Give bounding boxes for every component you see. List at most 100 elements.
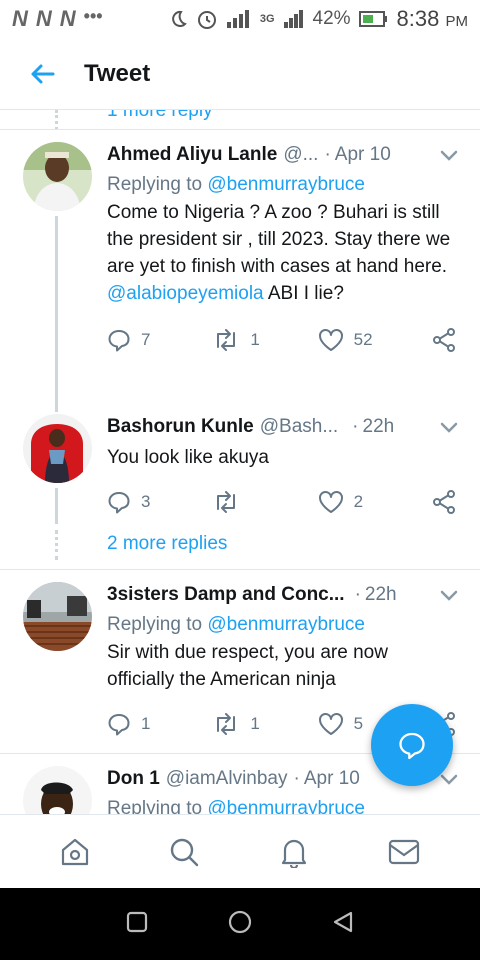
reply-icon [108,330,130,352]
timestamp: 22h [362,416,395,437]
tweet-text: You look like akuya [107,447,269,468]
user-handle[interactable]: @... [283,144,318,166]
triangle-back-icon [333,911,353,932]
compose-icon [399,732,425,760]
tweet-item[interactable]: Ahmed Aliyu Lanle @... · Apr 10 Replying… [0,130,480,402]
reply-icon [108,714,130,736]
dot-separator: · [352,416,359,437]
notification-icon: N [59,6,76,31]
reply-button[interactable]: 1 [107,712,212,736]
more-replies-row[interactable]: 2 more replies [0,524,480,570]
chevron-down-icon[interactable] [440,590,458,602]
recents-button[interactable] [126,911,148,938]
heart-icon [318,491,343,513]
mention-link[interactable]: @benmurraybruce [207,798,365,814]
avatar[interactable] [23,414,92,483]
thread-line [55,216,58,402]
user-handle[interactable]: @Bash... [260,416,338,438]
reply-count: 3 [141,492,151,511]
user-handle[interactable]: @iamAlvinbay [166,768,288,790]
tweet-actions: 3 2 [107,487,457,517]
thread-dots [55,110,58,129]
chevron-down-icon[interactable] [440,774,458,786]
share-button[interactable] [431,327,457,353]
tweet-item[interactable]: Bashorun Kunle @Bash... · 22h You look l… [0,402,480,524]
more-replies-link[interactable]: 1 more reply [107,110,213,122]
retweet-count: 1 [250,330,260,349]
clock: 8:38 PM [397,6,468,32]
home-icon [61,838,88,865]
signal-icon [283,10,303,28]
tab-home[interactable] [59,836,91,868]
battery-percent: 42% [312,8,351,29]
like-count: 5 [353,714,364,733]
share-icon [432,490,455,514]
more-replies-link[interactable]: 2 more replies [107,533,227,555]
retweet-count: 1 [250,714,260,733]
circle-icon [228,910,252,933]
back-button[interactable] [0,63,84,85]
tweet-text-part: ABI I lie? [267,283,344,304]
mention-link[interactable]: @alabiopeyemiola [107,283,264,304]
tweet-text: Come to Nigeria ? A zoo ? Buhari is stil… [107,199,457,307]
display-name[interactable]: Bashorun Kunle [107,416,254,438]
share-button[interactable] [431,489,457,515]
signal-icon [226,10,249,28]
heart-icon [318,713,343,735]
display-name[interactable]: Don 1 [107,768,160,790]
thread-line [55,402,58,412]
chevron-down-icon[interactable] [440,150,458,162]
replying-label: Replying to [107,174,203,195]
home-nav-button[interactable] [228,910,252,939]
alarm-icon [197,11,216,29]
partial-more-replies[interactable]: 1 more reply [0,110,480,130]
mention-link[interactable]: @benmurraybruce [207,614,365,635]
clock-time: 8:38 [396,6,440,31]
chevron-down-icon[interactable] [440,422,458,434]
reply-icon [108,492,130,514]
square-icon [126,911,148,932]
display-name[interactable]: Ahmed Aliyu Lanle [107,144,277,166]
tweet-text: Sir with due respect, you are now offici… [107,642,388,690]
tweet-text-part: Come to Nigeria ? A zoo ? Buhari is stil… [107,202,451,277]
retweet-button[interactable] [212,491,317,513]
like-button[interactable]: 52 [318,328,423,352]
bell-icon [281,839,306,868]
retweet-icon [217,491,236,513]
moon-icon [172,10,187,27]
replying-to: Replying to @benmurraybruce [107,174,457,196]
dot-separator: · [324,144,331,165]
avatar[interactable] [23,142,92,211]
replying-to: Replying to @benmurraybruce [107,614,457,636]
timestamp: Apr 10 [334,144,391,165]
dot-separator: · [354,584,361,605]
tab-messages[interactable] [387,837,421,867]
reply-button[interactable]: 7 [107,328,212,352]
avatar[interactable] [23,766,92,814]
timestamp: 22h [364,584,397,605]
like-button[interactable]: 2 [318,490,423,514]
tab-search[interactable] [168,836,200,868]
retweet-button[interactable]: 1 [212,713,317,735]
back-nav-button[interactable] [332,910,354,939]
battery-icon [358,11,387,27]
retweet-icon [217,329,236,351]
thread-line [55,488,58,524]
display-name[interactable]: 3sisters Damp and Conc... [107,584,345,606]
bottom-tab-bar [0,814,480,888]
timestamp: Apr 10 [303,768,360,789]
reply-count: 1 [141,714,151,733]
status-bar: N N N ••• 3G 42% 8:38 PM [0,0,480,38]
reply-count: 7 [141,330,151,349]
share-icon [432,328,455,352]
avatar[interactable] [23,582,92,651]
compose-reply-button[interactable] [371,704,453,786]
overflow-dots: ••• [83,6,103,26]
reply-button[interactable]: 3 [107,490,212,514]
system-nav-bar [0,888,480,960]
thread-dots [55,530,58,560]
like-count: 52 [353,330,373,349]
retweet-button[interactable]: 1 [212,329,317,351]
tab-notifications[interactable] [278,836,310,868]
mention-link[interactable]: @benmurraybruce [207,174,365,195]
